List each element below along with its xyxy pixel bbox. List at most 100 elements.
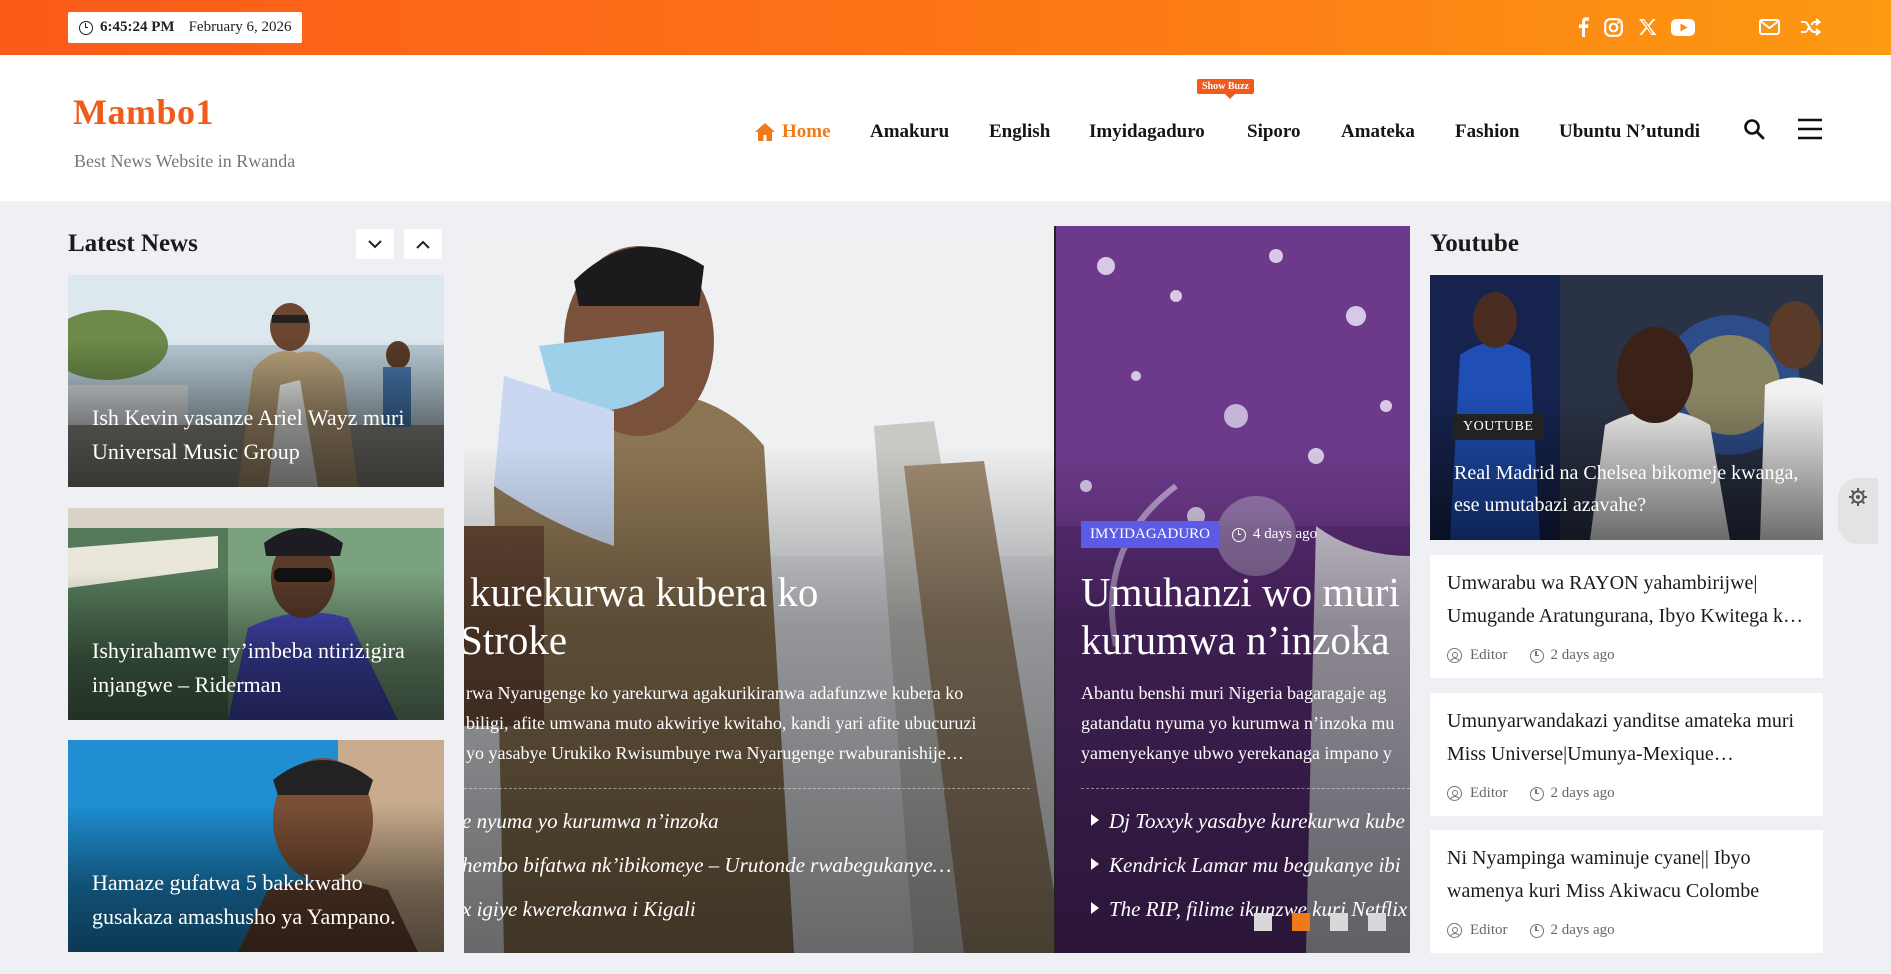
slider-dot[interactable]	[1254, 913, 1272, 931]
shuffle-icon[interactable]	[1798, 15, 1822, 39]
latest-news-title: Latest News	[68, 230, 198, 257]
author-icon	[1447, 923, 1462, 938]
caret-right-icon	[1091, 858, 1099, 870]
nav-badge-show-buzz: Show Buzz	[1197, 79, 1254, 99]
slide-excerpt-line3: yamenyekanye ubwo yerekanaga impano y	[1081, 743, 1392, 763]
slide-divider	[464, 788, 1030, 789]
nav-fashion[interactable]: Fashion	[1455, 118, 1519, 146]
clock-icon	[1529, 786, 1544, 801]
latest-news-card[interactable]: Hamaze gufatwa 5 bakekwaho gusakaza amas…	[68, 740, 444, 952]
scroll-down-button[interactable]	[356, 229, 394, 259]
youtube-list-item[interactable]: Ni Nyampinga waminuje cyane|| Ibyo wamen…	[1430, 830, 1823, 953]
youtube-category-badge[interactable]: YOUTUBE	[1453, 414, 1544, 440]
author-icon	[1447, 786, 1462, 801]
instagram-icon[interactable]	[1602, 15, 1624, 39]
slide-divider	[1081, 788, 1410, 789]
news-title[interactable]: Ishyirahamwe ry’imbeba ntirizigira injan…	[92, 634, 428, 702]
clock-icon	[1232, 527, 1246, 542]
latest-news-card[interactable]: Ish Kevin yasanze Ariel Wayz muri Univer…	[68, 275, 444, 487]
author-name[interactable]: Editor	[1470, 922, 1508, 939]
slide-excerpt-line1: Abantu benshi muri Nigeria bagaragaje ag	[1081, 683, 1387, 703]
youtube-feature-card[interactable]: YOUTUBE Real Madrid na Chelsea bikomeje …	[1430, 275, 1823, 540]
current-time: 6:45:24 PM	[100, 19, 175, 35]
youtube-item-title-line2: Umugande Aratungurana, Ibyo Kwitega k…	[1447, 605, 1804, 627]
facebook-icon[interactable]	[1575, 15, 1591, 39]
youtube-feature-title[interactable]: Real Madrid na Chelsea bikomeje kwanga, …	[1454, 457, 1803, 521]
site-tagline: Best News Website in Rwanda	[74, 151, 296, 171]
nav-ubuntu[interactable]: Ubuntu N’utundi	[1559, 118, 1700, 146]
related-link[interactable]: x igiye kwerekanwa i Kigali	[464, 897, 696, 922]
caret-right-icon	[1091, 814, 1099, 826]
clock-icon	[79, 20, 93, 35]
related-link[interactable]: Kendrick Lamar mu begukanye ibi	[1091, 853, 1401, 878]
related-link[interactable]: Dj Toxxyk yasabye kurekurwa kube	[1091, 809, 1405, 834]
x-icon[interactable]	[1636, 15, 1658, 39]
site-header: Mambo1 Best News Website in Rwanda Home …	[0, 55, 1891, 201]
youtube-item-title-line1: Ni Nyampinga waminuje cyane|| Ibyo	[1447, 847, 1751, 869]
youtube-item-title-line1: Umunyarwandakazi yanditse amateka muri	[1447, 710, 1795, 732]
slide-headline-line2[interactable]: kurumwa n’inzoka	[1081, 616, 1390, 664]
mail-icon[interactable]	[1757, 15, 1781, 39]
youtube-item-title-line1: Umwarabu wa RAYON yahambirijwe|	[1447, 572, 1758, 594]
slider-dot-active[interactable]	[1292, 913, 1310, 931]
featured-slider[interactable]: kurekurwa kubera ko Stroke rwa Nyarugeng…	[464, 226, 1410, 953]
clock-icon	[1529, 648, 1544, 663]
related-link-text: Kendrick Lamar mu begukanye ibi	[1109, 853, 1401, 877]
slider-pagination	[1254, 913, 1386, 931]
slide-excerpt-line2: biligi, afite umwana muto akwiriye kwita…	[466, 713, 977, 733]
clock-icon	[1529, 923, 1544, 938]
youtube-item-title[interactable]: Umwarabu wa RAYON yahambirijwe| Umugande…	[1447, 567, 1809, 633]
slider-dot[interactable]	[1330, 913, 1348, 931]
related-link-text: Dj Toxxyk yasabye kurekurwa kube	[1109, 809, 1405, 833]
date-time-widget: 6:45:24 PM February 6, 2026	[68, 12, 303, 43]
youtube-item-title-line2: Miss Universe|Umunya-Mexique…	[1447, 743, 1734, 765]
nav-english[interactable]: English	[989, 118, 1050, 146]
youtube-icon[interactable]	[1670, 15, 1696, 39]
nav-home[interactable]: Home	[754, 118, 831, 146]
slide-time-label: 4 days ago	[1253, 526, 1318, 542]
youtube-item-title[interactable]: Ni Nyampinga waminuje cyane|| Ibyo wamen…	[1447, 842, 1809, 908]
related-link[interactable]: e nyuma yo kurumwa n’inzoka	[464, 809, 719, 834]
home-icon	[755, 123, 775, 141]
slide-excerpt-line3: yo yasabye Urukiko Rwisumbuye rwa Nyarug…	[466, 743, 964, 763]
slide-headline-line1[interactable]: Umuhanzi wo muri	[1081, 568, 1400, 616]
youtube-item-title-line2: wamenya kuri Miss Akiwacu Colombe	[1447, 880, 1760, 902]
gear-icon	[1849, 488, 1867, 506]
author-name[interactable]: Editor	[1470, 647, 1508, 664]
slide-current[interactable]: IMYIDAGADURO 4 days ago Umuhanzi wo muri…	[1056, 226, 1410, 953]
chevron-up-icon	[416, 240, 430, 249]
youtube-item-meta: Editor 2 days ago	[1447, 922, 1615, 939]
slider-dot[interactable]	[1368, 913, 1386, 931]
youtube-item-meta: Editor 2 days ago	[1447, 647, 1615, 664]
slide-excerpt-line2: gatandatu nyuma yo kurumwa n’inzoka mu	[1081, 713, 1395, 733]
post-time: 2 days ago	[1550, 785, 1615, 801]
latest-news-card[interactable]: Ishyirahamwe ry’imbeba ntirizigira injan…	[68, 508, 444, 720]
slide-partial-left[interactable]: kurekurwa kubera ko Stroke rwa Nyarugeng…	[464, 226, 1054, 953]
news-title[interactable]: Ish Kevin yasanze Ariel Wayz muri Univer…	[92, 401, 428, 469]
slide-headline-line2[interactable]: Stroke	[464, 616, 567, 664]
nav-imyidagaduro[interactable]: Imyidagaduro	[1089, 118, 1205, 146]
related-link[interactable]: hembo bifatwa nk’ibikomeye – Urutonde rw…	[464, 853, 951, 878]
post-time: 2 days ago	[1550, 647, 1615, 663]
youtube-item-title[interactable]: Umunyarwandakazi yanditse amateka muri M…	[1447, 705, 1809, 771]
nav-amateka[interactable]: Amateka	[1341, 118, 1415, 146]
search-icon[interactable]	[1742, 117, 1766, 141]
nav-home-label: Home	[782, 121, 831, 142]
slide-time: 4 days ago	[1232, 526, 1317, 543]
author-name[interactable]: Editor	[1470, 785, 1508, 802]
hamburger-menu-icon[interactable]	[1797, 116, 1823, 142]
caret-right-icon	[1091, 902, 1099, 914]
author-icon	[1447, 648, 1462, 663]
category-badge[interactable]: IMYIDAGADURO	[1081, 521, 1219, 548]
youtube-list-item[interactable]: Umwarabu wa RAYON yahambirijwe| Umugande…	[1430, 555, 1823, 678]
youtube-list-item[interactable]: Umunyarwandakazi yanditse amateka muri M…	[1430, 693, 1823, 816]
slide-headline-line1[interactable]: kurekurwa kubera ko	[470, 568, 818, 616]
nav-siporo[interactable]: Siporo	[1247, 118, 1301, 146]
current-date: February 6, 2026	[188, 19, 292, 35]
scroll-up-button[interactable]	[404, 229, 442, 259]
site-logo[interactable]: Mambo1	[73, 91, 214, 133]
slide-excerpt-line1: rwa Nyarugenge ko yarekurwa agakurikiran…	[466, 683, 964, 703]
news-title[interactable]: Hamaze gufatwa 5 bakekwaho gusakaza amas…	[92, 866, 428, 934]
nav-amakuru[interactable]: Amakuru	[870, 118, 949, 146]
settings-panel-toggle[interactable]	[1838, 478, 1878, 544]
